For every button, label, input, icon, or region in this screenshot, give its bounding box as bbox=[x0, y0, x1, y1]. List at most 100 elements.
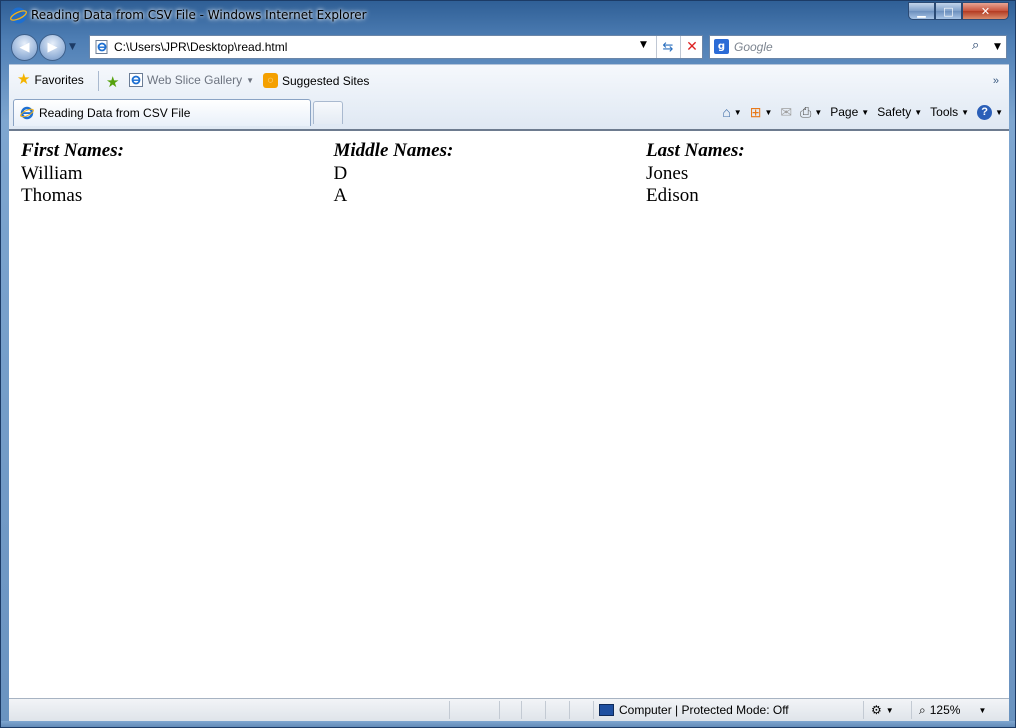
mail-icon: ✉ bbox=[780, 103, 793, 120]
tab-row: Reading Data from CSV File ⌂ ▼ ⊞ ▼ ✉ ⎙ ▼ bbox=[9, 75, 1009, 130]
arrow-left-icon: ◀ bbox=[19, 40, 30, 55]
search-icon[interactable]: ⌕ bbox=[972, 38, 979, 53]
chevron-down-icon: ▼ bbox=[995, 107, 1003, 117]
window-bottom-frame bbox=[1, 721, 1015, 727]
refresh-button[interactable]: ⇆ bbox=[656, 36, 679, 58]
globe-icon: ⚙ bbox=[871, 703, 882, 717]
header-first-names: First Names: bbox=[21, 140, 124, 161]
chevron-down-icon: ▼ bbox=[914, 107, 923, 117]
stop-icon: ✕ bbox=[686, 39, 698, 55]
status-pane-divider bbox=[569, 701, 570, 719]
computer-icon bbox=[599, 704, 614, 716]
header-middle-names: Middle Names: bbox=[333, 140, 454, 161]
zoom-icon: ⌕ bbox=[919, 702, 926, 717]
star-icon: ★ bbox=[17, 71, 31, 88]
csv-table: First Names: Middle Names: Last Names: W… bbox=[21, 140, 959, 208]
stop-button[interactable]: ✕ bbox=[680, 36, 703, 58]
status-bar: Computer | Protected Mode: Off ⚙ ▼ ⌕ 125… bbox=[9, 698, 1009, 721]
chevron-down-icon: ▼ bbox=[764, 107, 773, 117]
window-controls: ▁ □ ✕ bbox=[908, 2, 1009, 20]
tab-label: Reading Data from CSV File bbox=[39, 106, 191, 120]
title-bar[interactable]: Reading Data from CSV File - Windows Int… bbox=[1, 1, 1015, 31]
safety-menu-label: Safety bbox=[877, 105, 912, 119]
chevron-down-icon: ▼ bbox=[733, 107, 742, 117]
search-options-dropdown[interactable]: ▼ bbox=[994, 42, 1001, 52]
last-name-cell: Edison bbox=[646, 185, 699, 206]
tab-reading-data[interactable]: Reading Data from CSV File bbox=[13, 99, 311, 126]
status-pane-divider bbox=[521, 701, 522, 719]
toolbar-overflow-icon[interactable]: » bbox=[993, 75, 999, 87]
back-button[interactable]: ◀ bbox=[11, 34, 38, 61]
status-pane-divider bbox=[449, 701, 450, 719]
new-tab-button[interactable] bbox=[313, 101, 343, 124]
table-row: Thomas A Edison bbox=[21, 185, 959, 208]
page-menu-label: Page bbox=[830, 105, 859, 119]
middle-name-cell: A bbox=[333, 185, 348, 206]
suggested-sites-icon: ◌ bbox=[263, 73, 278, 88]
security-zone[interactable]: Computer | Protected Mode: Off bbox=[599, 701, 789, 719]
tools-menu[interactable]: Tools ▼ bbox=[930, 105, 969, 119]
security-zone-label: Computer | Protected Mode: Off bbox=[619, 703, 789, 717]
middle-name-cell: D bbox=[333, 162, 348, 184]
address-bar[interactable]: C:\Users\JPR\Desktop\read.html ▼ ⇆ ✕ bbox=[89, 35, 703, 59]
first-name-cell: Thomas bbox=[21, 185, 83, 206]
close-button[interactable]: ✕ bbox=[962, 2, 1009, 20]
minimize-button[interactable]: ▁ bbox=[908, 2, 935, 20]
page-menu[interactable]: Page ▼ bbox=[830, 105, 869, 119]
zoom-level: 125% bbox=[929, 703, 961, 717]
page-content: First Names: Middle Names: Last Names: W… bbox=[9, 129, 1009, 699]
first-name-cell: William bbox=[21, 162, 83, 184]
status-pane-divider bbox=[545, 701, 546, 719]
last-name-cell: Jones bbox=[646, 162, 689, 184]
search-input[interactable] bbox=[734, 38, 964, 56]
forward-button[interactable]: ▶ bbox=[39, 34, 66, 61]
browser-window: Reading Data from CSV File - Windows Int… bbox=[0, 0, 1016, 728]
chevron-down-icon: ▼ bbox=[246, 75, 255, 85]
search-box[interactable]: g ⌕ ▼ bbox=[709, 35, 1007, 59]
recent-pages-dropdown[interactable]: ▼ bbox=[69, 42, 76, 52]
home-icon: ⌂ bbox=[722, 104, 731, 120]
status-pane-divider bbox=[593, 701, 594, 719]
toolbar-area: ★ Favorites ★ Web Slice Gallery ▼ ◌ Sugg… bbox=[9, 64, 1009, 130]
feeds-button[interactable]: ⊞ ▼ bbox=[750, 104, 773, 121]
ie-icon bbox=[20, 106, 34, 120]
header-row: First Names: Middle Names: Last Names: bbox=[21, 140, 959, 163]
ie-icon bbox=[10, 7, 27, 24]
suggested-sites-label: Suggested Sites bbox=[282, 73, 370, 88]
popup-blocker-button[interactable]: ⚙ ▼ bbox=[871, 701, 894, 719]
table-row: William D Jones bbox=[21, 163, 959, 186]
chevron-down-icon: ▼ bbox=[978, 705, 987, 715]
maximize-button[interactable]: □ bbox=[935, 2, 962, 20]
suggested-sites-link[interactable]: ◌ Suggested Sites bbox=[263, 73, 369, 88]
chevron-down-icon: ▼ bbox=[961, 107, 970, 117]
favorites-bar: ★ Favorites ★ Web Slice Gallery ▼ ◌ Sugg… bbox=[9, 65, 1009, 95]
command-bar: ⌂ ▼ ⊞ ▼ ✉ ⎙ ▼ Page ▼ Safety ▼ Tools ▼ ? … bbox=[714, 75, 1003, 123]
ie-icon bbox=[129, 73, 143, 87]
window-title: Reading Data from CSV File - Windows Int… bbox=[31, 8, 367, 22]
help-icon: ? bbox=[977, 104, 993, 120]
print-button[interactable]: ⎙ ▼ bbox=[800, 104, 822, 121]
zoom-button[interactable]: ⌕ 125% ▼ bbox=[919, 701, 986, 719]
help-menu[interactable]: ? ▼ bbox=[977, 104, 1003, 120]
web-slice-gallery-link[interactable]: Web Slice Gallery ▼ bbox=[129, 73, 254, 87]
add-to-favorites-icon[interactable]: ★ bbox=[106, 73, 119, 91]
header-last-names: Last Names: bbox=[646, 140, 745, 161]
status-pane-divider bbox=[499, 701, 500, 719]
read-mail-button[interactable]: ✉ bbox=[780, 104, 792, 121]
home-button[interactable]: ⌂ ▼ bbox=[722, 104, 741, 120]
refresh-icon: ⇆ bbox=[662, 39, 674, 55]
address-text[interactable]: C:\Users\JPR\Desktop\read.html bbox=[114, 40, 287, 54]
address-dropdown[interactable]: ▼ bbox=[640, 40, 647, 50]
web-slice-gallery-label: Web Slice Gallery bbox=[147, 73, 243, 87]
rss-icon: ⊞ bbox=[749, 103, 762, 120]
chevron-down-icon: ▼ bbox=[885, 705, 894, 715]
favorites-separator bbox=[98, 71, 99, 91]
print-icon: ⎙ bbox=[800, 103, 812, 120]
safety-menu[interactable]: Safety ▼ bbox=[877, 105, 922, 119]
favorites-label: Favorites bbox=[34, 73, 84, 87]
status-pane-divider bbox=[863, 701, 864, 719]
favorites-button[interactable]: ★ Favorites bbox=[17, 71, 84, 88]
page-icon bbox=[95, 40, 108, 54]
status-pane-divider bbox=[911, 701, 912, 719]
chevron-down-icon: ▼ bbox=[861, 107, 870, 117]
